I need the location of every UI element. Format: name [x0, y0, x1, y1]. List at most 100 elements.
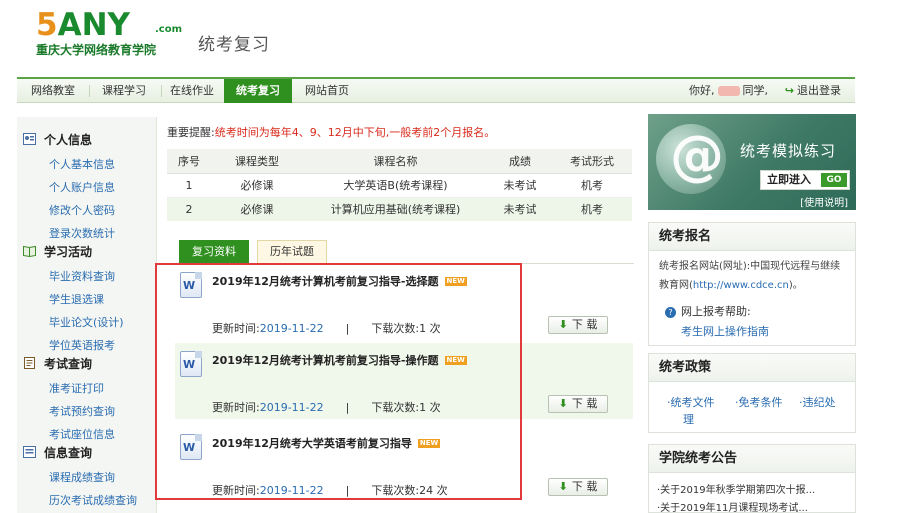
document-meta: 更新时间:2019-11-22 | 下载次数:24 次 [212, 484, 448, 497]
site-logo[interactable]: 5ANY .com 重庆大学网络教育学院 [34, 8, 184, 58]
download-button[interactable]: ⬇ 下 载 [548, 316, 608, 334]
sidebar-item-thesis[interactable]: 毕业论文(设计) [49, 314, 124, 330]
sidebar-item-degree-english[interactable]: 学位英语报考 [49, 337, 115, 353]
table-row: 1 必修课 大学英语B(统考课程) 未考试 机考 [167, 173, 632, 198]
sidebar: 个人信息 个人基本信息 个人账户信息 修改个人密码 登录次数统计 学习活动 毕业… [17, 117, 157, 513]
updated-date: 2019-11-22 [259, 484, 324, 497]
list-item: W 2019年12月统考计算机考前复习指导-选择题 NEW 更新时间:2019-1… [175, 264, 633, 340]
logo-subtitle: 重庆大学网络教育学院 [36, 43, 157, 57]
sidebar-section-learning: 学习活动 [23, 243, 92, 260]
document-title[interactable]: 2019年12月统考计算机考前复习指导-操作题 NEW [212, 352, 467, 368]
registration-text: 统考报名网站(网址):中国现代远程与继续教育网(http://www.cdce.… [659, 261, 841, 291]
sidebar-item-exam-booking[interactable]: 考试预约查询 [49, 403, 115, 419]
tab-past-exams[interactable]: 历年试题 [257, 240, 327, 264]
download-arrow-icon: ⬇ [558, 480, 568, 493]
important-notice: 重要提醒:统考时间为每年4、9、12月中下旬,一般考前2个月报名。 [167, 124, 495, 140]
table-cell: 2 [167, 197, 211, 221]
nav-exam-review[interactable]: 统考复习 [224, 79, 292, 103]
download-button[interactable]: ⬇ 下 载 [548, 478, 608, 496]
panel-title: 统考政策 [649, 354, 855, 382]
nav-divider [161, 85, 162, 97]
policy-link-discipline-cont[interactable]: 理 [683, 411, 694, 427]
policy-link-exemption[interactable]: ·免考条件 [735, 394, 783, 410]
word-document-icon: W [180, 434, 202, 460]
user-name-redacted [717, 86, 740, 96]
sidebar-item-login-stats[interactable]: 登录次数统计 [49, 225, 115, 241]
registration-panel: 统考报名 统考报名网站(网址):中国现代远程与继续教育网(http://www.… [648, 222, 856, 346]
table-cell: 机考 [552, 197, 632, 221]
list-item: W 2019年12月统考大学英语考前复习指导 NEW 更新时间:2019-11-2… [175, 426, 633, 502]
logo-text: 5ANY [36, 7, 130, 43]
document-title[interactable]: 2019年12月统考大学英语考前复习指导 NEW [212, 435, 441, 451]
sidebar-item-admission-ticket[interactable]: 准考证打印 [49, 380, 104, 396]
table-header-row: 序号 课程类型 课程名称 成绩 考试形式 [167, 149, 632, 174]
announcement-item[interactable]: ·关于2019年秋季学期第四次十报... [657, 481, 815, 496]
logout-label: 退出登录 [797, 84, 841, 97]
policy-link-discipline[interactable]: ·违纪处 [799, 394, 836, 410]
nav-online-homework[interactable]: 在线作业 [165, 79, 219, 103]
registration-url[interactable]: http://www.cdce.cn [693, 280, 789, 291]
download-button[interactable]: ⬇ 下 载 [548, 395, 608, 413]
book-icon [23, 245, 36, 257]
table-cell: 1 [167, 173, 211, 198]
sidebar-item-course-grades[interactable]: 课程成绩查询 [49, 469, 115, 485]
banner-title: 统考模拟练习 [740, 142, 837, 160]
person-card-icon [23, 133, 36, 145]
download-count: 24 [419, 484, 434, 497]
sidebar-item-exam-history[interactable]: 历次考试成绩查询 [49, 492, 137, 508]
logo-text-rest: ANY [57, 7, 130, 43]
download-count: 1 [419, 401, 427, 414]
greeting-prefix: 你好, [689, 84, 715, 97]
go-button[interactable]: GO [821, 173, 847, 187]
col-header: 序号 [167, 149, 211, 174]
mock-exam-banner[interactable]: @ 统考模拟练习 立即进入 GO [使用说明] [648, 114, 856, 210]
registration-help: ? 网上报考帮助: [665, 303, 751, 319]
table-row: 2 必修课 计算机应用基础(统考课程) 未考试 机考 [167, 197, 632, 221]
top-nav: 网络教室 课程学习 在线作业 统考复习 网站首页 你好, 同学, ↪ 退出登录 [17, 77, 855, 103]
updated-date: 2019-11-22 [259, 322, 324, 335]
table-cell: 必修课 [211, 197, 303, 221]
sidebar-item-personal-info[interactable]: 个人基本信息 [49, 156, 115, 172]
greeting-suffix: 同学, [742, 84, 769, 97]
logo-com: .com [155, 24, 183, 35]
document-title[interactable]: 2019年12月统考计算机考前复习指导-选择题 NEW [212, 273, 467, 289]
word-document-icon: W [180, 272, 202, 298]
download-arrow-icon: ⬇ [558, 397, 568, 410]
word-document-icon: W [180, 351, 202, 377]
sidebar-section-personal: 个人信息 [23, 131, 92, 148]
col-header: 课程名称 [303, 149, 488, 174]
updated-date: 2019-11-22 [259, 401, 324, 414]
tab-review-materials[interactable]: 复习资料 [179, 240, 249, 264]
nav-online-classroom[interactable]: 网络教室 [23, 79, 83, 103]
table-cell: 必修课 [211, 173, 303, 198]
new-badge: NEW [417, 439, 441, 448]
announcement-item[interactable]: ·关于2019年11月课程现场考试... [657, 499, 808, 513]
page-title: 统考复习 [198, 35, 270, 55]
nav-home[interactable]: 网站首页 [297, 79, 357, 103]
info-icon [23, 446, 36, 458]
sidebar-item-change-password[interactable]: 修改个人密码 [49, 202, 115, 218]
sidebar-item-account-info[interactable]: 个人账户信息 [49, 179, 115, 195]
nav-divider [89, 85, 90, 97]
table-cell: 机考 [552, 173, 632, 198]
sidebar-section-info: 信息查询 [23, 444, 92, 461]
nav-course-study[interactable]: 课程学习 [93, 79, 155, 103]
logout-icon: ↪ [784, 84, 794, 97]
sidebar-item-seat-info[interactable]: 考试座位信息 [49, 426, 115, 442]
usage-instructions-link[interactable]: [使用说明] [800, 194, 848, 209]
download-count: 1 [419, 322, 427, 335]
notice-label: 重要提醒: [167, 126, 215, 139]
notice-text: 统考时间为每年4、9、12月中下旬,一般考前2个月报名。 [214, 126, 496, 139]
guide-link[interactable]: 考生网上操作指南 [681, 323, 769, 339]
col-header: 课程类型 [211, 149, 303, 174]
logout-button[interactable]: ↪ 退出登录 [785, 79, 841, 103]
sidebar-item-graduation-data[interactable]: 毕业资料查询 [49, 268, 115, 284]
new-badge: NEW [444, 356, 467, 365]
enter-now-button[interactable]: 立即进入 GO [760, 170, 850, 190]
sidebar-item-drop-course[interactable]: 学生退选课 [49, 291, 104, 307]
policy-link-documents[interactable]: ·统考文件 [667, 394, 715, 410]
announcements-panel: 学院统考公告 ·关于2019年秋季学期第四次十报... ·关于2019年11月课… [648, 444, 856, 513]
table-cell: 未考试 [488, 197, 552, 221]
policy-panel: 统考政策 ·统考文件 ·免考条件 ·违纪处 理 [648, 353, 856, 433]
download-arrow-icon: ⬇ [558, 318, 568, 331]
